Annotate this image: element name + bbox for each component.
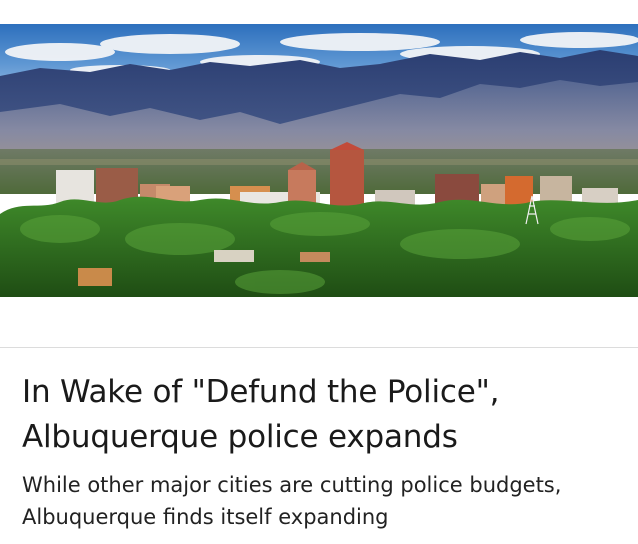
hero-image[interactable] xyxy=(0,24,638,297)
article-subheadline: While other major cities are cutting pol… xyxy=(22,473,562,529)
divider xyxy=(0,347,638,348)
article-headline[interactable]: In Wake of "Defund the Police", Albuquer… xyxy=(22,370,622,460)
top-spacer xyxy=(0,0,638,24)
